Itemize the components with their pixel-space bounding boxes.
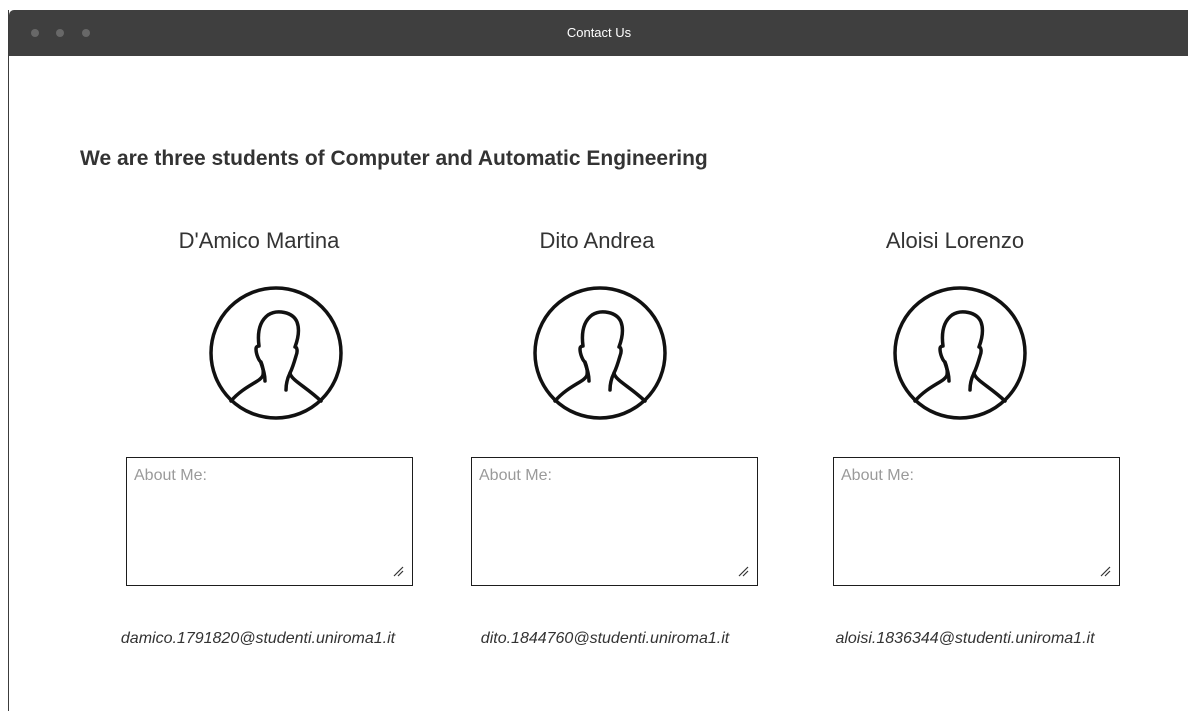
about-me-placeholder: About Me: — [134, 467, 207, 484]
email-address: aloisi.1836344@studenti.uniroma1.it — [835, 630, 1095, 647]
user-icon — [209, 286, 343, 420]
resize-handle-icon[interactable] — [1099, 565, 1111, 577]
person-name: Dito Andrea — [539, 228, 655, 253]
resize-handle-icon[interactable] — [737, 565, 749, 577]
about-me-placeholder: About Me: — [841, 467, 914, 484]
person-name: D'Amico Martina — [178, 228, 340, 253]
window-titlebar: Contact Us — [9, 10, 1188, 56]
person-name: Aloisi Lorenzo — [885, 228, 1025, 253]
about-me-placeholder: About Me: — [479, 467, 552, 484]
page-heading: We are three students of Computer and Au… — [80, 147, 708, 170]
about-me-textarea[interactable]: About Me: — [833, 457, 1120, 586]
user-icon — [893, 286, 1027, 420]
email-address: dito.1844760@studenti.uniroma1.it — [480, 630, 730, 647]
resize-handle-icon[interactable] — [392, 565, 404, 577]
email-address: damico.1791820@studenti.uniroma1.it — [120, 630, 396, 647]
contact-window: Contact Us We are three students of Comp… — [8, 10, 1188, 711]
window-title: Contact Us — [566, 25, 632, 40]
about-me-textarea[interactable]: About Me: — [471, 457, 758, 586]
about-me-textarea[interactable]: About Me: — [126, 457, 413, 586]
user-icon — [533, 286, 667, 420]
